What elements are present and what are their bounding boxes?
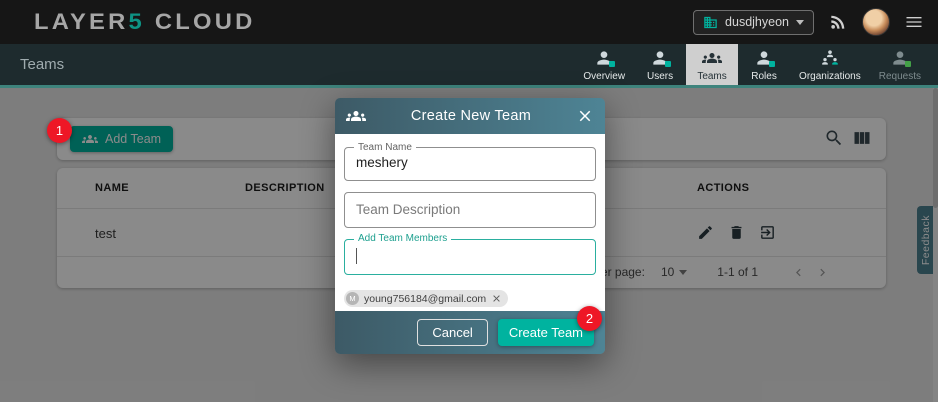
modal-footer: Cancel Create Team: [335, 311, 605, 354]
tab-organizations[interactable]: Organizations: [790, 44, 870, 85]
tab-teams[interactable]: Teams: [686, 44, 738, 85]
tab-requests[interactable]: Requests: [870, 44, 930, 85]
person-icon: [754, 48, 774, 68]
team-name-field[interactable]: Team Name meshery: [344, 147, 596, 181]
text-cursor: [356, 248, 357, 264]
member-avatar: M: [346, 292, 359, 305]
modal-header: Create New Team: [335, 98, 605, 134]
member-chip[interactable]: M young756184@gmail.com: [344, 290, 508, 307]
accent-dot: [905, 61, 911, 67]
appbar: LAYER5 CLOUD dusdjhyeon: [0, 0, 938, 44]
page: LAYER5 CLOUD dusdjhyeon Teams: [0, 0, 938, 402]
modal-body: Team Name meshery Team Description Add T…: [335, 134, 605, 311]
building-icon: [703, 15, 718, 30]
broadcast-icon[interactable]: [828, 12, 848, 32]
user-avatar[interactable]: [862, 8, 890, 36]
account-name: dusdjhyeon: [725, 15, 789, 29]
org-hierarchy-icon: [820, 48, 840, 68]
person-icon: [594, 48, 614, 68]
accent-dot: [609, 61, 615, 67]
logo-cloud: CLOUD: [145, 9, 256, 34]
menu-icon[interactable]: [904, 12, 924, 32]
nav-tabs: Overview Users Teams R: [574, 44, 930, 85]
logo-layer: LAYER: [34, 9, 129, 34]
person-icon: [650, 48, 670, 68]
team-description-field[interactable]: Team Description: [344, 192, 596, 228]
tab-label: Users: [647, 71, 673, 82]
create-team-modal: Create New Team Team Name meshery Team D…: [335, 98, 605, 354]
modal-title: Create New Team: [366, 108, 576, 124]
member-email: young756184@gmail.com: [364, 293, 486, 305]
accent-dot: [769, 61, 775, 67]
groups-icon: [346, 106, 366, 126]
step-badge-2: 2: [577, 306, 602, 331]
organization-select[interactable]: dusdjhyeon: [693, 10, 814, 35]
team-description-placeholder: Team Description: [345, 193, 595, 227]
tab-label: Roles: [751, 71, 777, 82]
step-badge-1: 1: [47, 118, 72, 143]
logo-five: 5: [129, 9, 145, 34]
add-team-members-label: Add Team Members: [354, 233, 451, 244]
chip-remove-icon[interactable]: [491, 293, 502, 304]
team-name-label: Team Name: [354, 142, 416, 153]
member-chip-row: M young756184@gmail.com: [344, 288, 596, 307]
person-icon: [890, 48, 910, 68]
tab-label: Teams: [697, 71, 726, 82]
close-icon[interactable]: [576, 107, 594, 125]
layer5-cloud-logo[interactable]: LAYER5 CLOUD: [34, 9, 256, 35]
tab-roles[interactable]: Roles: [738, 44, 790, 85]
tab-users[interactable]: Users: [634, 44, 686, 85]
navbar: Teams Overview Users Tea: [0, 44, 938, 88]
accent-dot: [665, 61, 671, 67]
groups-icon: [702, 48, 722, 68]
tab-label: Overview: [583, 71, 625, 82]
tab-label: Requests: [879, 71, 921, 82]
tab-label: Organizations: [799, 71, 861, 82]
page-title: Teams: [20, 56, 64, 73]
cancel-button[interactable]: Cancel: [417, 319, 487, 346]
appbar-actions: dusdjhyeon: [693, 0, 924, 44]
tab-overview[interactable]: Overview: [574, 44, 634, 85]
add-team-members-field[interactable]: Add Team Members: [344, 239, 596, 275]
chevron-down-icon: [796, 20, 804, 25]
